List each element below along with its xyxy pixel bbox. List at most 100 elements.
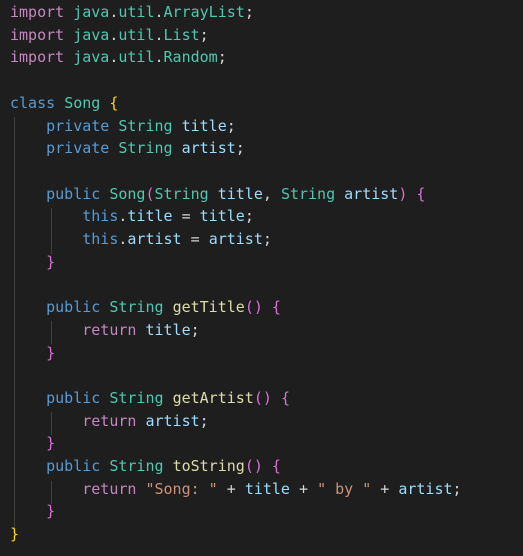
code-token: import bbox=[10, 25, 65, 44]
code-token: Song bbox=[109, 184, 146, 203]
code-token: { bbox=[109, 93, 119, 112]
code-token: ; bbox=[244, 207, 254, 226]
code-token: } bbox=[46, 434, 56, 453]
code-token: artist bbox=[208, 230, 263, 248]
code-token: " by " bbox=[317, 479, 372, 498]
code-token: class bbox=[10, 93, 56, 112]
code-token: java bbox=[73, 48, 110, 67]
code-token: getTitle bbox=[172, 298, 245, 317]
code-line: public Song(String title, String artist)… bbox=[10, 183, 425, 206]
code-token: util bbox=[118, 48, 155, 67]
code-token: ; bbox=[452, 479, 462, 498]
code-token: ; bbox=[226, 116, 236, 135]
code-token: import bbox=[10, 48, 65, 67]
code-token: . bbox=[154, 25, 164, 44]
code-token: artist bbox=[145, 411, 200, 430]
code-token: util bbox=[118, 25, 155, 44]
code-token: String bbox=[118, 139, 173, 158]
code-token: String bbox=[109, 457, 164, 475]
code-line: } bbox=[10, 500, 55, 523]
code-token: this bbox=[82, 207, 119, 226]
code-token: return bbox=[82, 411, 137, 430]
code-token: artist bbox=[127, 230, 182, 248]
code-token: public bbox=[46, 184, 101, 203]
code-line: } bbox=[10, 523, 19, 546]
code-token: ; bbox=[217, 48, 227, 67]
code-token: java bbox=[73, 25, 110, 44]
code-line: import java.util.List; bbox=[10, 24, 209, 47]
code-token: () bbox=[253, 388, 272, 407]
code-token: String bbox=[109, 388, 164, 407]
code-token: , bbox=[262, 184, 281, 203]
code-token: getArtist bbox=[172, 388, 254, 407]
code-token: . bbox=[154, 3, 164, 21]
code-line: return title; bbox=[10, 319, 200, 342]
code-token: . bbox=[154, 48, 164, 67]
code-token: private bbox=[46, 116, 110, 135]
code-token: { bbox=[271, 298, 281, 317]
code-token: ; bbox=[190, 320, 200, 339]
code-token: ; bbox=[244, 3, 254, 21]
code-token: ; bbox=[199, 411, 209, 430]
code-token: { bbox=[271, 457, 281, 475]
code-token: artist bbox=[344, 184, 399, 203]
code-token: String bbox=[280, 184, 336, 203]
code-token: = bbox=[181, 230, 209, 248]
code-token: artist bbox=[398, 479, 453, 498]
code-token: ; bbox=[262, 230, 272, 248]
code-line: } bbox=[10, 251, 55, 274]
code-token: String bbox=[118, 116, 173, 135]
code-token: () bbox=[244, 298, 263, 317]
code-token: util bbox=[118, 3, 155, 21]
code-token: () bbox=[244, 457, 263, 475]
code-editor[interactable]: import java.util.ArrayList; import java.u… bbox=[0, 0, 523, 556]
code-token: } bbox=[46, 343, 56, 362]
code-token: { bbox=[416, 184, 426, 203]
code-token: this bbox=[82, 230, 119, 248]
code-token: Random bbox=[163, 48, 218, 67]
code-token: title bbox=[145, 320, 191, 339]
code-line: private String artist; bbox=[10, 137, 245, 160]
code-token: title bbox=[244, 479, 290, 498]
code-token: private bbox=[46, 139, 110, 158]
code-token: ( bbox=[145, 184, 155, 203]
code-token: = bbox=[172, 207, 200, 226]
code-token: title bbox=[217, 184, 263, 203]
code-line: } bbox=[10, 342, 55, 365]
code-token: String bbox=[109, 298, 164, 317]
code-token: "Song: " bbox=[145, 479, 218, 498]
code-token: public bbox=[46, 457, 101, 475]
code-token: List bbox=[163, 25, 200, 44]
code-token: artist bbox=[181, 139, 236, 158]
code-token: return bbox=[82, 479, 137, 498]
code-line: return artist; bbox=[10, 410, 209, 433]
code-line: public String toString() { bbox=[10, 455, 281, 478]
code-token: title bbox=[127, 207, 173, 226]
code-token: toString bbox=[172, 457, 245, 475]
code-token: ; bbox=[199, 25, 209, 44]
code-line: class Song { bbox=[10, 92, 118, 115]
